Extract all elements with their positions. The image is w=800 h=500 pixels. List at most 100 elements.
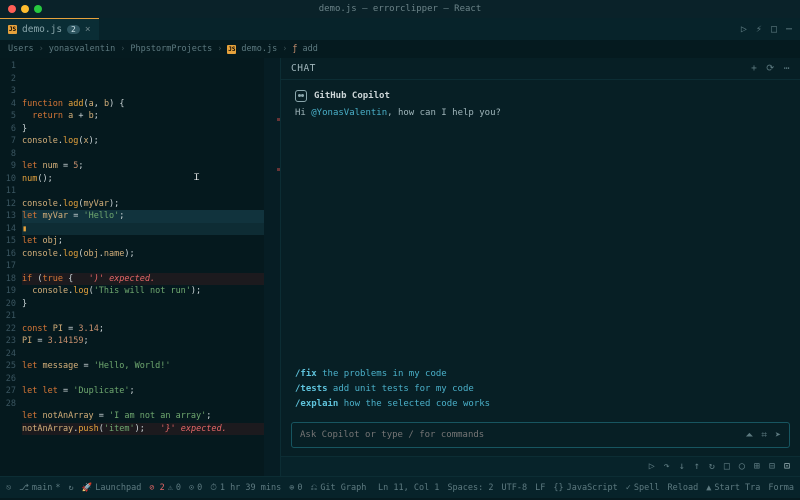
indent[interactable]: Spaces: 2 bbox=[447, 483, 493, 493]
code-line[interactable] bbox=[22, 310, 264, 323]
code-line[interactable] bbox=[22, 185, 264, 198]
js-icon: JS bbox=[8, 25, 17, 34]
code-line[interactable]: const PI = 3.14; bbox=[22, 323, 264, 336]
language[interactable]: {} JavaScript bbox=[553, 483, 617, 493]
send-icon[interactable]: ➤ bbox=[775, 430, 781, 441]
chat-suggestion[interactable]: /fix the problems in my code bbox=[295, 367, 786, 382]
cursor-pos[interactable]: Ln 11, Col 1 bbox=[378, 483, 439, 493]
crumb[interactable]: yonasvalentin bbox=[49, 44, 116, 54]
step-into-icon[interactable]: ↓ bbox=[679, 461, 685, 472]
chat-header: CHAT + ⟳ ⋯ bbox=[281, 58, 800, 80]
maximize-icon[interactable] bbox=[34, 5, 42, 13]
window-title: demo.js — errorclipper — React bbox=[319, 4, 482, 14]
code-line[interactable]: let obj; bbox=[22, 235, 264, 248]
format[interactable]: Forma bbox=[768, 483, 794, 493]
titlebar: demo.js — errorclipper — React bbox=[0, 0, 800, 18]
code-line[interactable] bbox=[22, 260, 264, 273]
add-icon[interactable]: + bbox=[751, 63, 757, 74]
code-line[interactable]: function add(a, b) { bbox=[22, 98, 264, 111]
step-over-icon[interactable]: ↷ bbox=[664, 461, 670, 472]
code-line[interactable]: console.log(x); bbox=[22, 135, 264, 148]
chat-message: Hi @YonasValentin, how can I help you? bbox=[295, 108, 786, 118]
code-line[interactable]: console.log('This will not run'); bbox=[22, 285, 264, 298]
code-line[interactable]: let notAnArray = 'I am not an array'; bbox=[22, 410, 264, 423]
breadcrumb: Users› yonasvalentin› PhpstormProjects› … bbox=[0, 40, 800, 58]
debug-icon[interactable]: ⚡ bbox=[756, 24, 762, 35]
code-line[interactable] bbox=[22, 348, 264, 361]
close-tab-icon[interactable]: × bbox=[85, 24, 91, 35]
encoding[interactable]: UTF-8 bbox=[502, 483, 528, 493]
code-line[interactable]: if (true { ')' expected. bbox=[22, 273, 264, 286]
code-line[interactable]: } bbox=[22, 298, 264, 311]
crumb[interactable]: demo.js bbox=[241, 44, 277, 54]
eol[interactable]: LF bbox=[535, 483, 545, 493]
sync-icon[interactable]: ↻ bbox=[69, 483, 74, 493]
code-line[interactable]: ▮ bbox=[22, 223, 264, 236]
code-line[interactable] bbox=[22, 148, 264, 161]
gutter: 1234567891011121314151617181920212223242… bbox=[0, 58, 22, 476]
code-line[interactable]: PI = 3.14159; bbox=[22, 335, 264, 348]
chat-suggestion[interactable]: /tests add unit tests for my code bbox=[295, 382, 786, 397]
chat-input[interactable] bbox=[300, 430, 745, 440]
code-line[interactable]: notAnArray.push('item'); '}' expected. bbox=[22, 423, 264, 436]
ports[interactable]: ⊙ 0 bbox=[189, 483, 202, 493]
code-content[interactable]: Ꮖ function add(a, b) { return a + b;}con… bbox=[22, 58, 264, 476]
tab-label: demo.js bbox=[22, 24, 62, 35]
close-icon[interactable] bbox=[8, 5, 16, 13]
spell[interactable]: ✓ Spell bbox=[626, 483, 660, 493]
breakpoint-icon[interactable]: ◯ bbox=[739, 461, 745, 472]
js-icon: JS bbox=[227, 45, 236, 54]
text-cursor-icon: Ꮖ bbox=[194, 172, 200, 185]
tab-demo-js[interactable]: JS demo.js 2 × bbox=[0, 18, 99, 40]
run-icon[interactable]: ▷ bbox=[741, 24, 747, 35]
remote-icon[interactable]: ⎋ bbox=[6, 483, 11, 493]
crumb[interactable]: add bbox=[302, 44, 317, 54]
debug-toolbar: ▷ ↷ ↓ ↑ ↻ □ ◯ ⊞ ⊟ ⊡ bbox=[281, 456, 800, 476]
code-line[interactable]: return a + b; bbox=[22, 110, 264, 123]
code-line[interactable] bbox=[22, 435, 264, 448]
more-icon[interactable]: ⋯ bbox=[784, 63, 790, 74]
layout-icon[interactable]: ⊡ bbox=[784, 461, 790, 472]
history-icon[interactable]: ⟳ bbox=[766, 63, 774, 74]
code-line[interactable]: } bbox=[22, 123, 264, 136]
code-line[interactable]: let myVar = 'Hello'; bbox=[22, 210, 264, 223]
crumb[interactable]: Users bbox=[8, 44, 34, 54]
tab-bar: JS demo.js 2 × ▷ ⚡ □ ⋯ bbox=[0, 18, 800, 40]
chat-suggestion[interactable]: /explain how the selected code works bbox=[295, 397, 786, 412]
reload[interactable]: Reload bbox=[668, 483, 699, 493]
chat-input-box[interactable]: ⏶ ⌗ ➤ bbox=[291, 422, 790, 448]
minimize-icon[interactable] bbox=[21, 5, 29, 13]
tab-actions: ▷ ⚡ □ ⋯ bbox=[741, 24, 800, 35]
copilot-icon bbox=[295, 90, 307, 102]
tool-icon[interactable]: ⊞ bbox=[754, 461, 760, 472]
start-trace[interactable]: ▲ Start Tra bbox=[706, 483, 760, 493]
launchpad[interactable]: 🚀 Launchpad bbox=[82, 483, 142, 493]
tab-badge: 2 bbox=[67, 25, 80, 34]
time[interactable]: ⏱ 1 hr 39 mins bbox=[210, 483, 281, 493]
attach-icon[interactable]: ⌗ bbox=[761, 430, 767, 441]
code-line[interactable] bbox=[22, 398, 264, 411]
git-graph[interactable]: ⎌ Git Graph bbox=[311, 483, 367, 493]
mic-icon[interactable]: ⏶ bbox=[745, 430, 753, 441]
crumb[interactable]: PhpstormProjects bbox=[130, 44, 212, 54]
split-icon[interactable]: □ bbox=[771, 24, 777, 35]
code-line[interactable]: console.log(myVar); bbox=[22, 198, 264, 211]
problems[interactable]: ⊘ 2 ⚠ 0 bbox=[149, 483, 181, 493]
code-line[interactable] bbox=[22, 373, 264, 386]
code-line[interactable]: num(); bbox=[22, 173, 264, 186]
branch[interactable]: ⎇ main* bbox=[19, 483, 60, 493]
restart-icon[interactable]: ↻ bbox=[709, 461, 715, 472]
step-out-icon[interactable]: ↑ bbox=[694, 461, 700, 472]
editor-pane: 1234567891011121314151617181920212223242… bbox=[0, 58, 280, 476]
tool-icon[interactable]: ⊟ bbox=[769, 461, 775, 472]
code-line[interactable]: console.log(obj.name); bbox=[22, 248, 264, 261]
port-forward[interactable]: ⊕ 0 bbox=[289, 483, 302, 493]
code-line[interactable]: let num = 5; bbox=[22, 160, 264, 173]
code-line[interactable]: let let = 'Duplicate'; bbox=[22, 385, 264, 398]
more-icon[interactable]: ⋯ bbox=[786, 24, 792, 35]
continue-icon[interactable]: ▷ bbox=[649, 461, 655, 472]
stop-icon[interactable]: □ bbox=[724, 461, 730, 472]
chat-tab[interactable]: CHAT bbox=[291, 63, 316, 74]
minimap[interactable] bbox=[264, 58, 280, 476]
code-line[interactable]: let message = 'Hello, World!' bbox=[22, 360, 264, 373]
